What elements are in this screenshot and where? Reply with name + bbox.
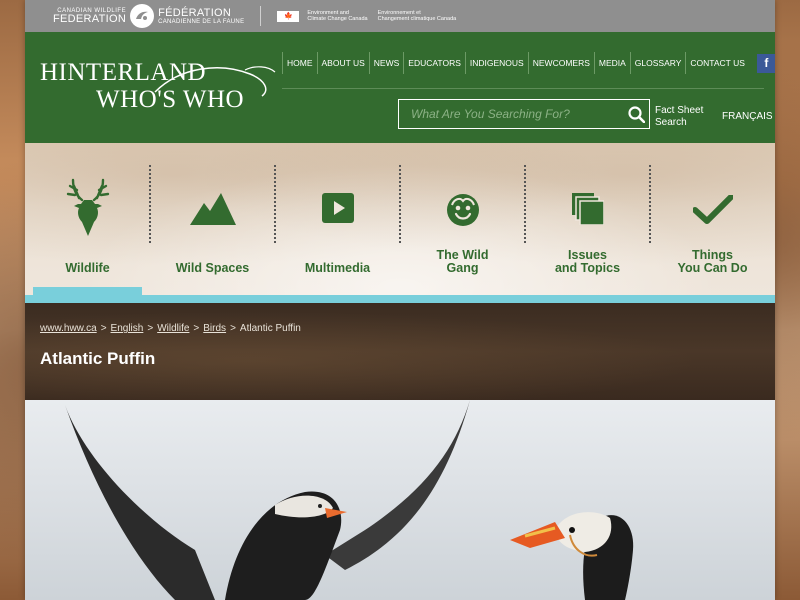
play-icon bbox=[275, 193, 400, 223]
breadcrumb-wildlife[interactable]: Wildlife bbox=[157, 323, 189, 334]
category-divider bbox=[399, 165, 401, 243]
category-multimedia[interactable]: Multimedia bbox=[275, 143, 400, 295]
fact-sheet-search-link[interactable]: Fact Sheet Search bbox=[655, 105, 715, 129]
nav-educators[interactable]: EDUCATORS bbox=[403, 52, 465, 74]
category-issues-line1: Issues bbox=[568, 247, 607, 262]
top-navigation: HOME ABOUT US NEWS EDUCATORS INDIGENOUS … bbox=[282, 52, 775, 74]
eccc-logo-link[interactable]: 🍁 Environment and Climate Change Canada … bbox=[277, 10, 466, 22]
nav-glossary[interactable]: GLOSSARY bbox=[629, 52, 686, 74]
nav-indigenous[interactable]: INDIGENOUS bbox=[464, 52, 528, 74]
category-wildlife-line2: Wildlife bbox=[65, 260, 110, 275]
category-divider bbox=[649, 165, 651, 243]
fact-sheet-line2: Search bbox=[655, 117, 687, 128]
breadcrumb-birds[interactable]: Birds bbox=[203, 323, 226, 334]
search-icon bbox=[627, 105, 645, 123]
cwf-logo-link[interactable]: CANADIAN WILDLIFE FEDERATION FÉDÉRATION … bbox=[53, 4, 244, 28]
category-divider bbox=[149, 165, 151, 243]
site-header: HINTERLAND WHO'S WHO HOME ABOUT US NEWS … bbox=[25, 32, 775, 143]
category-wild-spaces[interactable]: Wild Spaces bbox=[150, 143, 275, 295]
search-form bbox=[398, 99, 650, 129]
nav-news[interactable]: NEWS bbox=[368, 52, 404, 74]
category-divider bbox=[524, 165, 526, 243]
search-input[interactable] bbox=[399, 100, 623, 128]
face-icon bbox=[400, 193, 525, 227]
category-wild-spaces-line2: Wild Spaces bbox=[175, 260, 250, 275]
category-wildlife[interactable]: Wildlife bbox=[25, 143, 150, 295]
hero-image-puffins bbox=[25, 400, 775, 600]
category-wild-gang-line1: The Wild bbox=[436, 247, 489, 262]
cwf-big-text: FEDERATION bbox=[53, 12, 127, 25]
deer-icon bbox=[25, 178, 150, 240]
category-underline bbox=[25, 295, 775, 303]
fact-sheet-line1: Fact Sheet bbox=[655, 105, 704, 116]
breadcrumb-english[interactable]: English bbox=[111, 323, 144, 334]
partner-divider bbox=[260, 6, 262, 26]
breadcrumb-home[interactable]: www.hww.ca bbox=[40, 323, 97, 334]
fcf-big-text: FÉDÉRATION bbox=[158, 6, 232, 19]
category-issues-line2: and Topics bbox=[554, 260, 621, 275]
category-wild-gang-line2: Gang bbox=[446, 260, 479, 275]
puffins-photo bbox=[65, 400, 634, 600]
category-multimedia-line2: Multimedia bbox=[304, 260, 371, 275]
nav-about-us[interactable]: ABOUT US bbox=[316, 52, 369, 74]
nav-newcomers[interactable]: NEWCOMERS bbox=[527, 52, 594, 74]
nav-media[interactable]: MEDIA bbox=[593, 52, 630, 74]
breadcrumb-current: Atlantic Puffin bbox=[239, 323, 301, 334]
category-bar: Wildlife Wild Spaces Multimedia The Wild… bbox=[25, 143, 775, 303]
partner-bar: CANADIAN WILDLIFE FEDERATION FÉDÉRATION … bbox=[25, 0, 775, 32]
eccc-fr-line2: Changement climatique Canada bbox=[377, 16, 457, 22]
category-things-line1: Things bbox=[692, 247, 733, 262]
social-links: f YouTube bbox=[756, 53, 775, 73]
language-toggle[interactable]: FRANÇAIS bbox=[722, 111, 773, 122]
page-title: Atlantic Puffin bbox=[40, 349, 156, 368]
active-indicator bbox=[33, 287, 142, 295]
cwf-emblem-icon bbox=[130, 4, 155, 28]
canada-flag-icon: 🍁 bbox=[277, 10, 300, 22]
checkmark-icon bbox=[650, 195, 775, 225]
fcf-small-text: CANADIENNE DE LA FAUNE bbox=[158, 18, 245, 25]
facebook-icon[interactable]: f bbox=[756, 53, 775, 73]
breadcrumb: www.hww.ca > English > Wildlife > Birds > Atlant… bbox=[40, 323, 301, 334]
search-button[interactable] bbox=[623, 100, 649, 128]
nav-home[interactable]: HOME bbox=[282, 52, 317, 74]
category-wild-gang[interactable]: The Wild Gang bbox=[400, 143, 525, 295]
category-things-line2: You Can Do bbox=[677, 260, 748, 275]
category-divider bbox=[274, 165, 276, 243]
pages-icon bbox=[525, 193, 650, 225]
page-container: CANADIAN WILDLIFE FEDERATION FÉDÉRATION … bbox=[25, 0, 775, 600]
hww-logo[interactable]: HINTERLAND WHO'S WHO bbox=[40, 60, 276, 112]
category-things-you-can-do[interactable]: Things You Can Do bbox=[650, 143, 775, 295]
logo-swirl-icon bbox=[154, 66, 276, 97]
mountain-icon bbox=[150, 193, 275, 225]
eccc-en-line2: Climate Change Canada bbox=[307, 16, 368, 22]
nav-contact-us[interactable]: CONTACT US bbox=[685, 52, 748, 74]
header-divider bbox=[282, 88, 764, 89]
category-issues-topics[interactable]: Issues and Topics bbox=[525, 143, 650, 295]
title-band: www.hww.ca > English > Wildlife > Birds > Atlant… bbox=[25, 303, 775, 400]
